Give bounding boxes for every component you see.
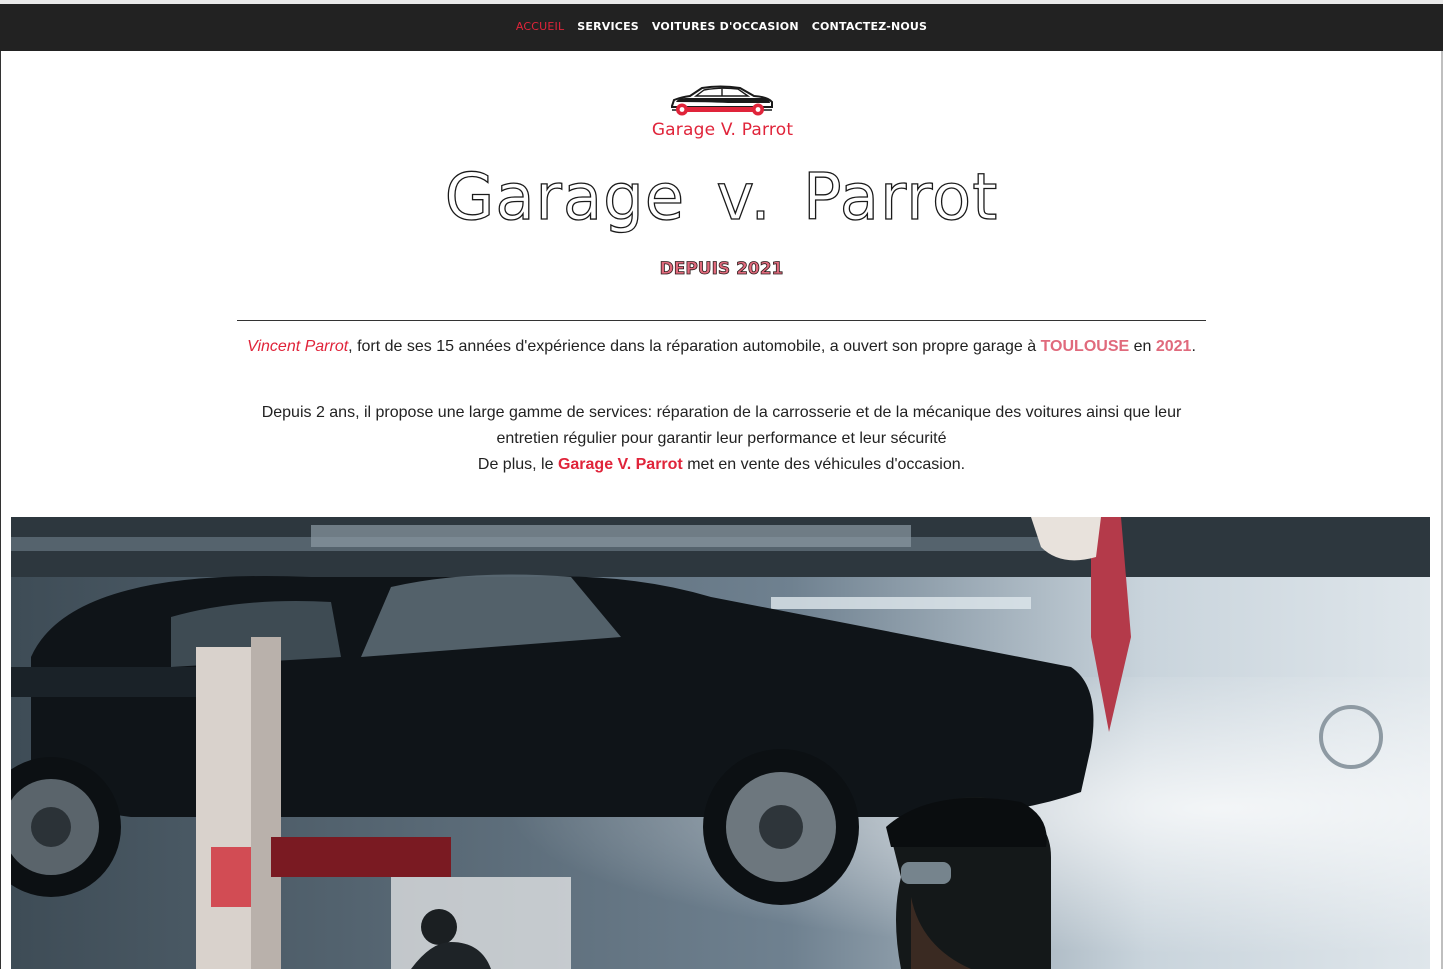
intro-text-3: . [1191,338,1196,355]
services-line-1: Depuis 2 ans, il propose une large gamme… [261,404,1182,447]
intro-paragraph: Vincent Parrot, fort de ses 15 années d'… [237,333,1206,360]
main-navbar: ACCUEIL SERVICES VOITURES D'OCCASION CON… [0,4,1443,51]
intro-text-2: en [1129,338,1156,355]
hero-subtitle: DEPUIS 2021 [659,259,784,280]
nav-item-accueil[interactable]: ACCUEIL [516,20,564,33]
garage-mechanic-car-lift-photo [11,517,1430,969]
year-highlight: 2021 [1155,338,1192,355]
intro-text-1: , fort de ses 15 années d'expérience dan… [348,338,1041,355]
nav-item-contactez-nous[interactable]: CONTACTEZ-NOUS [812,20,927,33]
hero-title: Garage v. Parrot [444,160,999,235]
nav-item-services[interactable]: SERVICES [577,20,639,33]
logo-text: Garage V. Parrot [651,120,794,140]
services-line-2-start: De plus, le [477,456,558,473]
garage-banner-image [11,517,1430,969]
brand-highlight: Garage V. Parrot [557,456,683,473]
services-line-2-end: met en vente des véhicules d'occasion. [682,456,966,473]
owner-name: Vincent Parrot [247,338,349,355]
services-paragraph: Depuis 2 ans, il propose une large gamme… [237,400,1206,478]
section-divider [237,320,1206,321]
city-highlight: TOULOUSE [1040,338,1130,355]
car-wrench-logo-icon [671,85,773,116]
site-logo[interactable]: Garage V. Parrot [640,84,805,146]
nav-item-voitures-occasion[interactable]: VOITURES D'OCCASION [652,20,799,33]
